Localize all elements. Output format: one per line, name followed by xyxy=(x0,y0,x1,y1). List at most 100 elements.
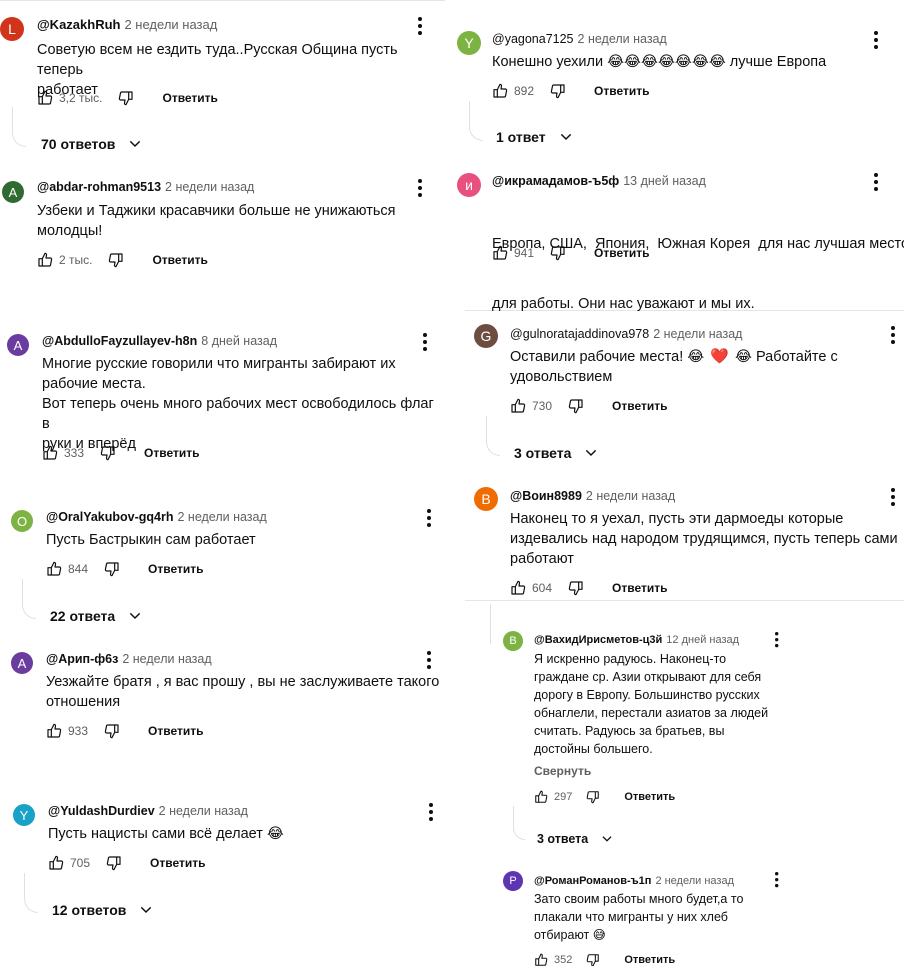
comment-author[interactable]: @yagona7125 xyxy=(492,32,574,46)
more-actions-icon[interactable] xyxy=(427,651,431,672)
view-replies-button[interactable]: 3 ответа xyxy=(537,832,614,846)
comment-time[interactable]: 2 недели назад xyxy=(122,652,211,666)
comment-text-line: рабочие места. xyxy=(42,376,146,392)
like-icon[interactable] xyxy=(510,580,526,596)
dislike-icon[interactable] xyxy=(104,723,120,739)
like-icon[interactable] xyxy=(492,83,508,99)
avatar[interactable]: Р xyxy=(503,871,523,891)
reply-button[interactable]: Ответить xyxy=(624,954,675,966)
comment-author[interactable]: @gulnoratajaddinova978 xyxy=(510,327,649,341)
more-actions-icon[interactable] xyxy=(891,326,895,347)
comment-author[interactable]: @РоманРоманов-ъ1п xyxy=(534,875,651,887)
like-icon[interactable] xyxy=(48,855,64,871)
comment-time[interactable]: 2 недели назад xyxy=(586,489,675,503)
reply-button[interactable]: Ответить xyxy=(148,562,203,576)
like-count: 352 xyxy=(554,954,573,966)
comment-time[interactable]: 2 недели назад xyxy=(655,875,734,887)
comment-time[interactable]: 2 недели назад xyxy=(159,804,248,818)
dislike-icon[interactable] xyxy=(100,445,116,461)
more-actions-icon[interactable] xyxy=(429,803,433,824)
reply-button[interactable]: Ответить xyxy=(594,84,649,98)
dislike-icon[interactable] xyxy=(106,855,122,871)
like-icon[interactable] xyxy=(46,723,62,739)
avatar[interactable]: Y xyxy=(13,804,35,826)
dislike-icon[interactable] xyxy=(108,252,124,268)
like-icon[interactable] xyxy=(37,90,53,106)
more-actions-icon[interactable] xyxy=(427,509,431,530)
more-actions-icon[interactable] xyxy=(418,179,422,200)
comment-time[interactable]: 12 дней назад xyxy=(666,634,739,646)
comment-time[interactable]: 2 недели назад xyxy=(124,17,217,32)
like-icon[interactable] xyxy=(42,445,58,461)
avatar[interactable]: В xyxy=(474,487,498,511)
comment-time[interactable]: 2 недели назад xyxy=(165,180,254,194)
comment-time[interactable]: 8 дней назад xyxy=(201,334,277,348)
dislike-icon[interactable] xyxy=(568,398,584,414)
more-actions-icon[interactable] xyxy=(775,872,779,890)
dislike-icon[interactable] xyxy=(550,83,566,99)
comment-author[interactable]: @AbdulloFayzullayev-h8n xyxy=(42,334,197,348)
more-actions-icon[interactable] xyxy=(874,31,878,52)
comment-author[interactable]: @OralYakubov-gq4rh xyxy=(46,510,174,524)
avatar[interactable]: G xyxy=(474,324,498,348)
comment-author[interactable]: @Арип-ф6з xyxy=(46,652,118,666)
comment-author[interactable]: @abdar-rohman9513 xyxy=(37,180,161,194)
dislike-icon[interactable] xyxy=(104,561,120,577)
dislike-icon[interactable] xyxy=(568,580,584,596)
like-icon[interactable] xyxy=(510,398,526,414)
more-actions-icon[interactable] xyxy=(775,632,779,650)
avatar[interactable]: Y xyxy=(457,31,481,55)
like-icon[interactable] xyxy=(492,245,508,261)
dislike-icon[interactable] xyxy=(118,90,134,106)
reply-button[interactable]: Ответить xyxy=(162,91,217,105)
comment-time[interactable]: 13 дней назад xyxy=(623,174,706,188)
reply-button[interactable]: Ответить xyxy=(148,724,203,738)
laughing-emoji: 😂 xyxy=(607,54,625,70)
reply-button[interactable]: Ответить xyxy=(612,581,667,595)
comment-author[interactable]: @Воин8989 xyxy=(510,489,582,503)
avatar[interactable]: O xyxy=(11,510,33,532)
collapse-button[interactable]: Свернуть xyxy=(534,764,591,778)
reply-button[interactable]: Ответить xyxy=(624,791,675,803)
comment-time[interactable]: 2 недели назад xyxy=(178,510,267,524)
dislike-icon[interactable] xyxy=(586,953,600,966)
dislike-icon[interactable] xyxy=(586,790,600,804)
divider xyxy=(0,0,445,1)
reply-button[interactable]: Ответить xyxy=(594,246,649,260)
comment-time[interactable]: 2 недели назад xyxy=(578,32,667,46)
avatar[interactable]: A xyxy=(7,334,29,356)
reply-button[interactable]: Ответить xyxy=(612,399,667,413)
like-icon[interactable] xyxy=(534,953,548,966)
comment-author[interactable]: @KazakhRuh xyxy=(37,17,120,32)
like-icon[interactable] xyxy=(37,252,53,268)
more-actions-icon[interactable] xyxy=(891,488,895,509)
more-actions-icon[interactable] xyxy=(418,17,422,38)
comment-author[interactable]: @YuldashDurdiev xyxy=(48,804,155,818)
comment-author[interactable]: @ВахидИрисметов-ц3й xyxy=(534,634,662,646)
like-icon[interactable] xyxy=(46,561,62,577)
comment-time[interactable]: 2 недели назад xyxy=(653,327,742,341)
avatar[interactable]: L xyxy=(0,17,24,41)
like-count: 730 xyxy=(532,399,553,413)
avatar[interactable]: и xyxy=(457,173,481,197)
reply-button[interactable]: Ответить xyxy=(152,253,207,267)
comment-text: Зато своим работы много будет,а то плака… xyxy=(534,890,784,944)
reply-button[interactable]: Ответить xyxy=(150,856,205,870)
comment-author[interactable]: @икрамадамов-ъ5ф xyxy=(492,174,619,188)
like-icon[interactable] xyxy=(534,790,548,804)
dislike-icon[interactable] xyxy=(550,245,566,261)
more-actions-icon[interactable] xyxy=(874,173,878,194)
avatar[interactable]: В xyxy=(503,631,523,651)
avatar[interactable]: A xyxy=(11,652,33,674)
reply-button[interactable]: Ответить xyxy=(144,446,199,460)
view-replies-button[interactable]: 3 ответа xyxy=(514,445,599,461)
view-replies-button[interactable]: 70 ответов xyxy=(41,136,143,152)
view-replies-button[interactable]: 12 ответов xyxy=(52,902,154,918)
replies-count: 1 ответ xyxy=(496,129,546,145)
comment: O @OralYakubov-gq4rh 2 недели назад Пусть… xyxy=(9,507,445,632)
view-replies-button[interactable]: 1 ответ xyxy=(496,129,574,145)
avatar[interactable]: A xyxy=(2,181,24,203)
more-actions-icon[interactable] xyxy=(423,333,427,354)
replies-count: 3 ответа xyxy=(514,445,572,461)
view-replies-button[interactable]: 22 ответа xyxy=(50,608,143,624)
